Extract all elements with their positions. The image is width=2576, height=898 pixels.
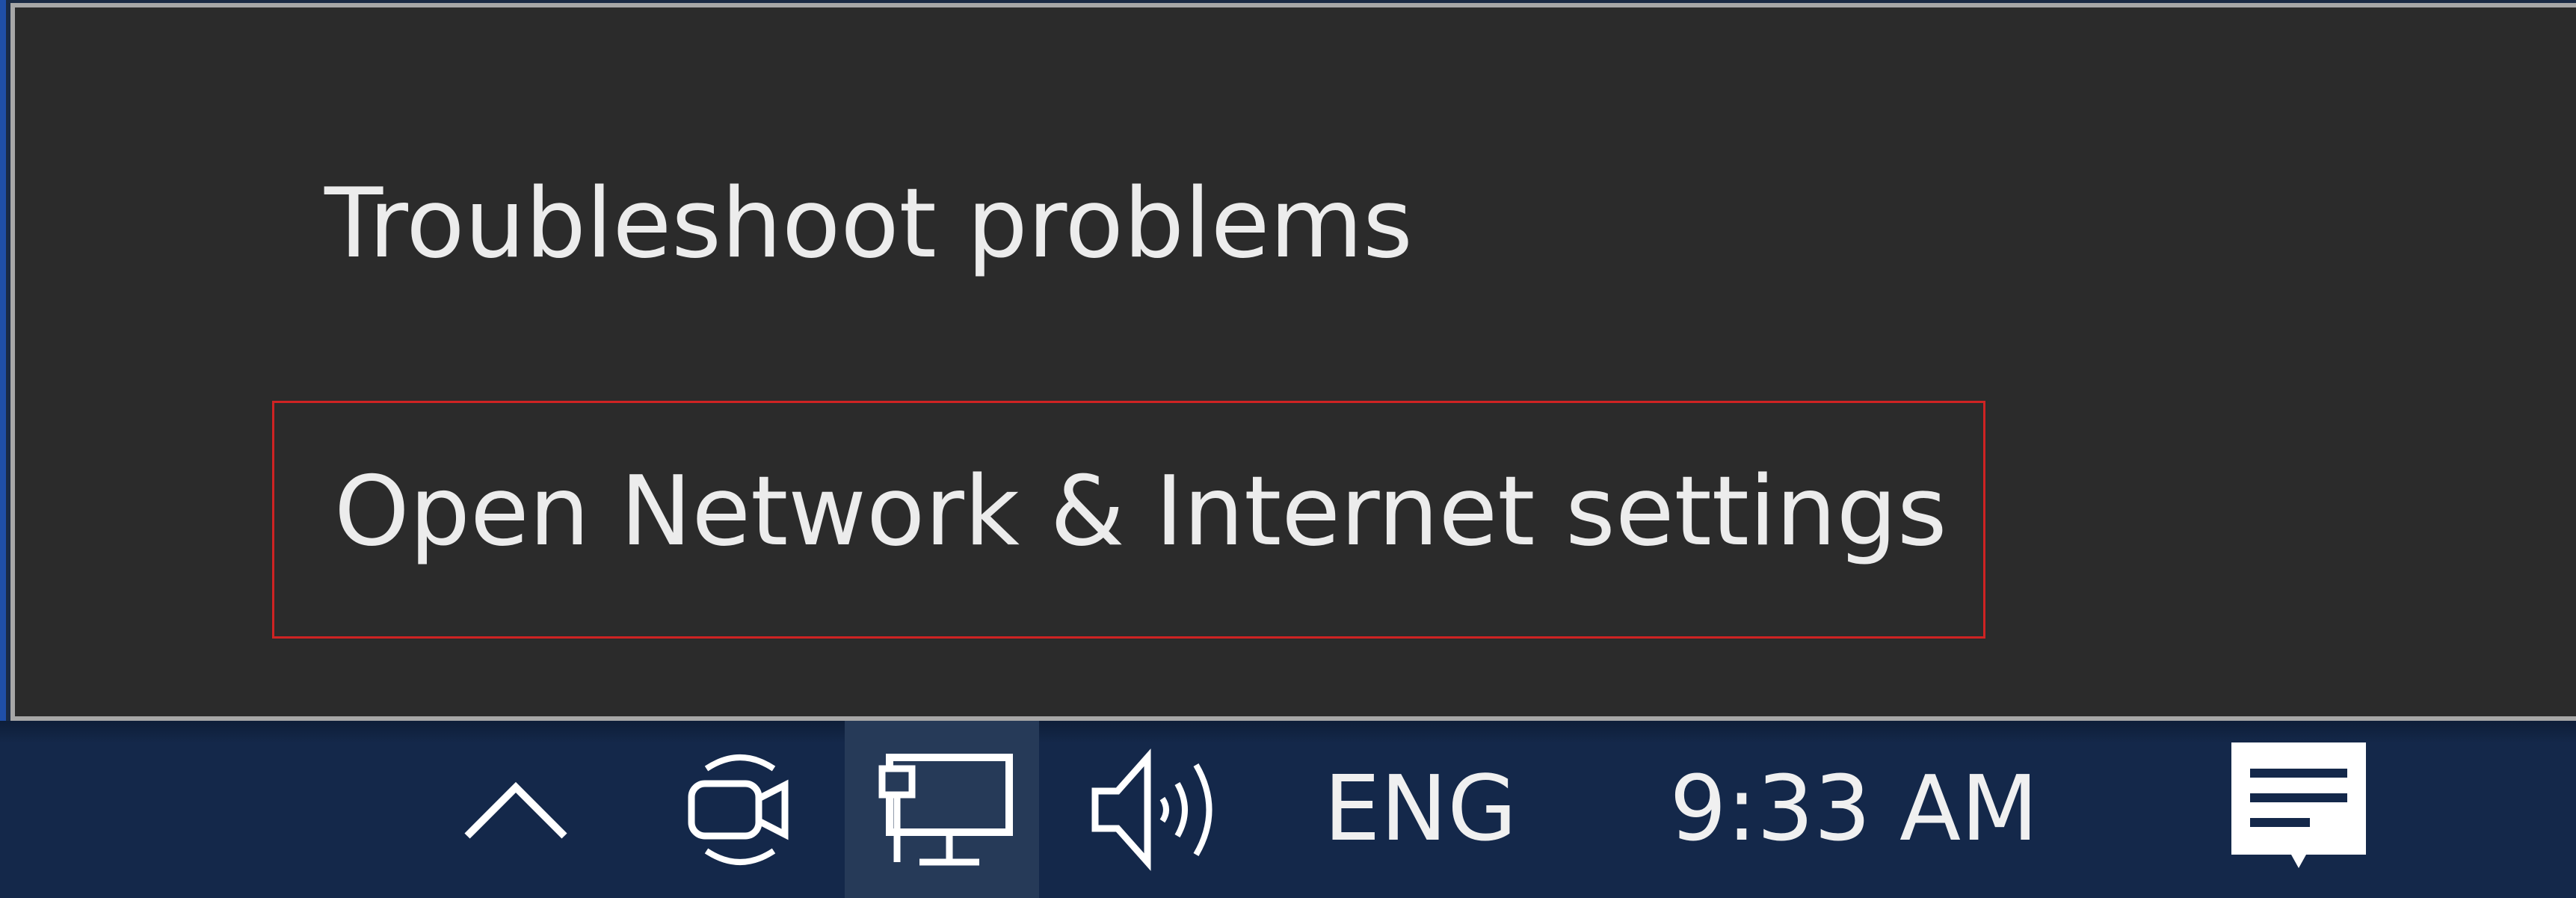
- volume-icon: [1091, 748, 1212, 871]
- show-hidden-icons-button[interactable]: [441, 721, 591, 898]
- chevron-up-icon: [464, 781, 567, 839]
- taskbar-shadow: [0, 721, 2576, 743]
- menu-item-label: Troubleshoot problems: [324, 168, 1413, 280]
- meet-now-icon: [688, 754, 789, 865]
- menu-item-label: Open Network & Internet settings: [334, 456, 1947, 568]
- meet-now-button[interactable]: [665, 721, 815, 898]
- menu-item-troubleshoot-problems[interactable]: Troubleshoot problems: [324, 176, 1413, 272]
- clock-time: 9:33 AM: [1669, 757, 2039, 861]
- network-context-menu: Troubleshoot problems Open Network & Int…: [10, 3, 2576, 721]
- taskbar: [0, 721, 2576, 898]
- menu-item-open-network-settings[interactable]: Open Network & Internet settings: [272, 401, 1985, 639]
- network-tray-button[interactable]: [845, 721, 1039, 898]
- clock-button[interactable]: 9:33 AM: [1645, 721, 2063, 898]
- network-ethernet-icon: [878, 753, 1013, 865]
- action-center-button[interactable]: [2213, 721, 2385, 898]
- language-label: ENG: [1323, 757, 1517, 861]
- screen: Troubleshoot problems Open Network & Int…: [0, 0, 2576, 898]
- input-language-indicator[interactable]: ENG: [1301, 721, 1540, 898]
- volume-button[interactable]: [1069, 721, 1248, 898]
- action-center-icon: [2231, 742, 2366, 868]
